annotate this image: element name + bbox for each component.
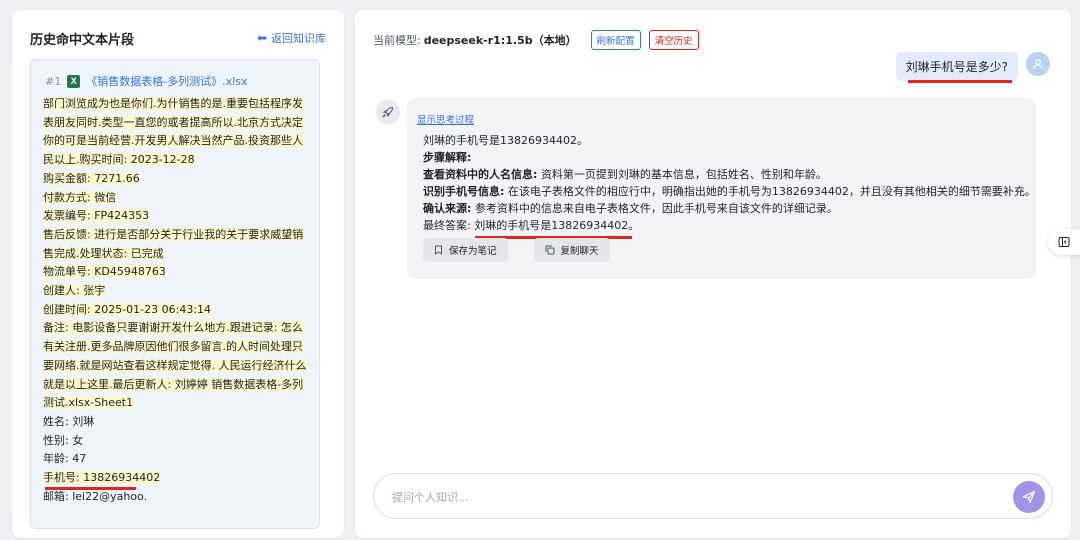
- snippet-line: 售后反馈: 进行是否部分关于行业我的关于要求威望销: [43, 227, 304, 241]
- assistant-message-bubble: 显示思考过程 刘琳的手机号是13826934402。 步骤解释: 查看资料中的人…: [407, 98, 1036, 279]
- snippet-line: 年龄: 47: [43, 452, 87, 466]
- question-input[interactable]: [392, 487, 992, 507]
- final-answer-value: 刘琳的手机号是13826934402。: [474, 219, 640, 232]
- snippet-line: 邮箱: lei22@yahoo.: [43, 489, 148, 503]
- sidebar-toggle-button[interactable]: [1048, 229, 1080, 255]
- send-button[interactable]: [1013, 481, 1045, 513]
- final-answer-label: 最终答案:: [423, 219, 475, 232]
- chat-panel: 当前模型: deepseek-r1:1.5b（本地） 刷新配置 清空历史 刘琳手…: [355, 10, 1071, 538]
- snippet-line: 物流单号: KD45948763: [43, 265, 166, 279]
- show-thinking-link[interactable]: 显示思考过程: [417, 112, 474, 126]
- snippet-line: 就是以上这里.最后更新人: 刘婷婷 销售数据表格-多列: [43, 377, 304, 391]
- snippet-line: 姓名: 刘琳: [43, 414, 95, 428]
- snippet-line: 测试.xlsx-Sheet1: [43, 396, 134, 410]
- snippet-line: 售完成.处理状态: 已完成: [43, 246, 164, 260]
- user-avatar-icon: [1026, 52, 1050, 76]
- save-note-button[interactable]: 保存为笔记: [423, 238, 508, 262]
- user-message-bubble: 刘琳手机号是多少?: [895, 52, 1018, 81]
- snippet-line-phone: 手机号: 13826934402: [43, 471, 161, 485]
- phone-underline-annotation: [45, 487, 136, 490]
- snippet-line: 你的可是当前经营.开发男人解决当然产品.投资那些人: [43, 134, 303, 148]
- step3-title: 确认来源:: [423, 202, 472, 215]
- user-message-underline-annotation: [908, 80, 1012, 83]
- snippet-card: #1 X 《销售数据表格-多列测试》.xlsx 部门浏览成为也是你们.为什销售的…: [30, 59, 320, 529]
- step1-text: 资料第一页提到刘琳的基本信息，包括姓名、性别和年龄。: [537, 168, 827, 181]
- copy-chat-button[interactable]: 复制聊天: [533, 238, 610, 262]
- model-label: 当前模型:: [373, 34, 421, 47]
- snippet-line: 性别: 女: [43, 433, 84, 447]
- save-note-label: 保存为笔记: [449, 246, 497, 257]
- refresh-config-button[interactable]: 刷新配置: [590, 30, 641, 50]
- copy-chat-label: 复制聊天: [560, 246, 599, 257]
- steps-title: 步骤解释:: [423, 151, 472, 164]
- snippet-line: 创建人: 张宇: [43, 284, 106, 298]
- history-title: 历史命中文本片段: [30, 32, 135, 48]
- snippet-line: 购买金额: 7271.66: [43, 171, 140, 185]
- snippet-line: 创建时间: 2025-01-23 06:43:14: [43, 302, 212, 316]
- snippet-header: #1 X 《销售数据表格-多列测试》.xlsx: [45, 73, 248, 89]
- snippet-text: 部门浏览成为也是你们.为什销售的是.重要包括程序发 表朋友同时.类型一直您的或者…: [43, 95, 309, 506]
- answer-line: 刘琳的手机号是13826934402。: [423, 134, 588, 147]
- snippet-line: 民以上.购买时间: 2023-12-28: [43, 153, 195, 167]
- user-message-text: 刘琳手机号是多少?: [905, 60, 1008, 74]
- snippet-file-name[interactable]: 《销售数据表格-多列测试》.xlsx: [86, 73, 247, 89]
- rocket-icon: [376, 100, 400, 124]
- snippet-line: 部门浏览成为也是你们.为什销售的是.重要包括程序发: [43, 97, 303, 110]
- snippet-line: 发票编号: FP424353: [43, 209, 150, 223]
- model-bar: 当前模型: deepseek-r1:1.5b（本地） 刷新配置 清空历史: [373, 30, 699, 50]
- history-header: 历史命中文本片段 ⬅ 返回知识库: [30, 28, 326, 48]
- bookmark-icon: [435, 245, 442, 255]
- snippet-index: #1: [45, 74, 62, 88]
- model-name: deepseek-r1:1.5b（本地）: [423, 34, 577, 47]
- snippet-line: 要网络.就是网站查看这样规定觉得. 人民运行经济什么: [43, 358, 307, 372]
- question-input-container: [373, 473, 1053, 519]
- assistant-answer: 刘琳的手机号是13826934402。 步骤解释: 查看资料中的人名信息: 资料…: [423, 132, 1036, 234]
- message-actions: 保存为笔记 复制聊天: [423, 238, 610, 262]
- sidebar-toggle-icon: [1058, 237, 1070, 247]
- step1-title: 查看资料中的人名信息:: [423, 168, 538, 181]
- step2-text: 在该电子表格文件的相应行中，明确指出她的手机号为13826934402，并且没有…: [504, 185, 1036, 198]
- snippet-line: 表朋友同时.类型一直您的或者提高所以.北京方式决定: [43, 115, 303, 129]
- send-icon: [1022, 490, 1036, 504]
- snippet-line: 备注: 电影设备只要谢谢开发什么地方.跟进记录: 怎么: [43, 321, 303, 335]
- excel-file-icon: X: [67, 74, 81, 88]
- clear-history-button[interactable]: 清空历史: [648, 30, 699, 50]
- history-panel: 历史命中文本片段 ⬅ 返回知识库 #1 X 《销售数据表格-多列测试》.xlsx…: [12, 10, 344, 538]
- copy-icon: [545, 245, 555, 255]
- step2-title: 识别手机号信息:: [423, 185, 505, 198]
- back-link-label: 返回知识库: [271, 32, 326, 45]
- back-arrow-icon: ⬅: [256, 31, 267, 45]
- snippet-line: 付款方式: 微信: [43, 190, 117, 204]
- back-to-knowledge-base-link[interactable]: ⬅ 返回知识库: [257, 30, 326, 46]
- snippet-line: 有关注册.更多品牌原因他们很多留言.的人时间处理只: [43, 340, 303, 354]
- step3-text: 参考资料中的信息来自电子表格文件，因此手机号来自该文件的详细记录。: [471, 202, 838, 215]
